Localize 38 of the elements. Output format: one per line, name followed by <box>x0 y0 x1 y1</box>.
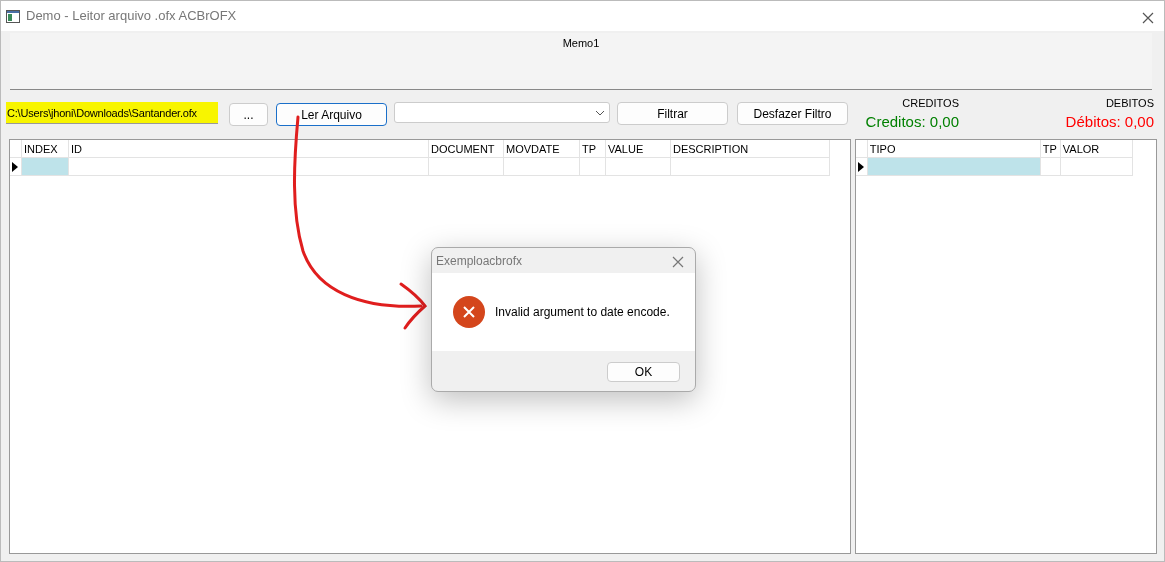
column-header: TP <box>580 140 606 158</box>
table-cell[interactable] <box>1060 158 1133 176</box>
total-heading: DEBITOS <box>1105 96 1154 111</box>
window-title: Demo - Leitor arquivo .ofx ACBrOFX <box>26 7 237 26</box>
filter-button[interactable]: Filtrar <box>617 102 728 125</box>
ok-button[interactable]: OK <box>607 362 680 382</box>
read-file-button[interactable]: Ler Arquivo <box>276 103 387 126</box>
column-header: MOVDATE <box>504 140 580 158</box>
column-header: ID <box>69 140 429 158</box>
table-cell[interactable] <box>867 158 1041 176</box>
dialog-title: Exemploacbrofx <box>436 252 523 270</box>
memo-box[interactable]: Memo1 <box>10 33 1152 90</box>
chevron-down-icon <box>595 109 605 116</box>
file-path-field[interactable]: C:\Users\jhoni\Downloads\Santander.ofx <box>6 102 218 124</box>
column-header: VALUE <box>606 140 671 158</box>
column-header: VALOR <box>1060 140 1133 158</box>
error-icon <box>453 296 485 328</box>
column-header: DESCRIPTION <box>671 140 830 158</box>
table-cell[interactable] <box>69 158 429 176</box>
undo-filter-button[interactable]: Desfazer Filtro <box>737 102 848 125</box>
table-cell[interactable] <box>22 158 69 176</box>
data-grid[interactable]: TIPO TP VALOR <box>854 139 1157 554</box>
total-heading: CREDITOS <box>902 96 959 111</box>
table-cell[interactable] <box>504 158 580 176</box>
total-value: Débitos: 0,00 <box>1065 111 1154 132</box>
column-header: TP <box>1040 140 1061 158</box>
table-cell[interactable] <box>429 158 504 176</box>
table-cell[interactable] <box>1040 158 1061 176</box>
table-cell[interactable] <box>671 158 830 176</box>
filter-dropdown[interactable] <box>394 102 610 123</box>
table-cell[interactable] <box>580 158 606 176</box>
dialog-message: Invalid argument to date encode. <box>495 304 670 321</box>
memo-text: Memo1 <box>562 37 600 49</box>
column-header: DOCUMENT <box>429 140 504 158</box>
table-cell[interactable] <box>606 158 671 176</box>
browse-button[interactable]: ... <box>229 103 268 126</box>
total-value: Creditos: 0,00 <box>865 111 959 132</box>
app-icon <box>6 9 20 23</box>
